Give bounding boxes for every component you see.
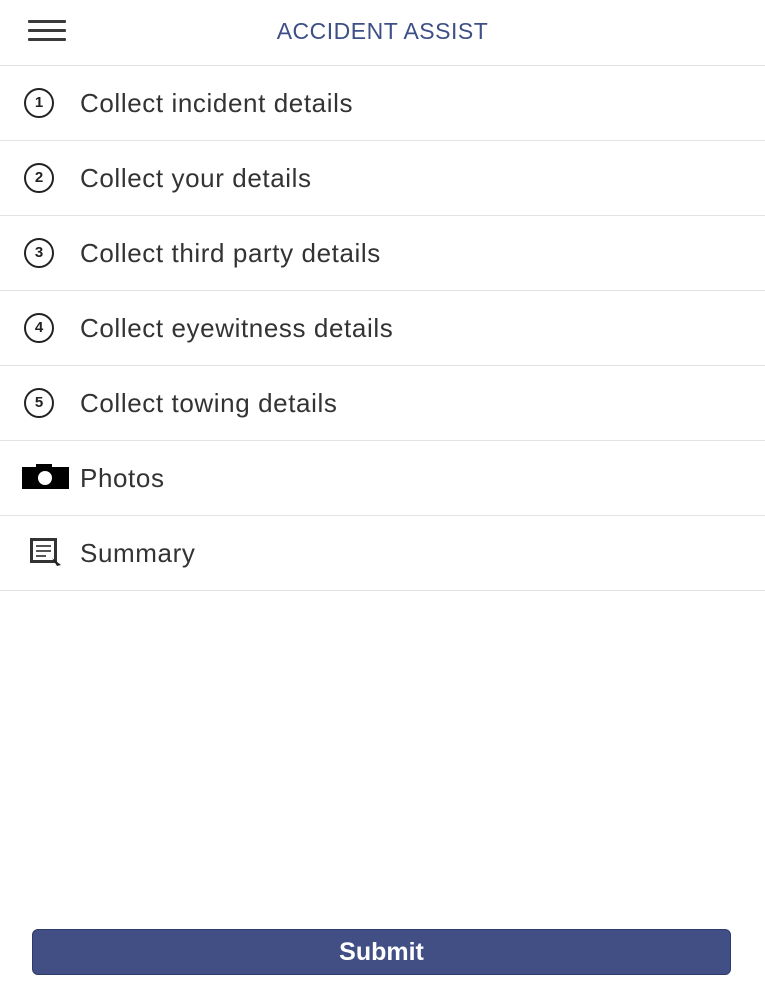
step-5-number-icon: 5	[24, 388, 64, 418]
step-label: Collect towing details	[80, 388, 338, 418]
summary-label: Summary	[80, 538, 196, 568]
step-item-third-party-details[interactable]: 3 Collect third party details	[0, 216, 765, 291]
step-number: 5	[24, 388, 54, 418]
step-item-eyewitness-details[interactable]: 4 Collect eyewitness details	[0, 291, 765, 366]
step-3-number-icon: 3	[24, 238, 64, 268]
step-item-your-details[interactable]: 2 Collect your details	[0, 141, 765, 216]
step-item-incident-details[interactable]: 1 Collect incident details	[0, 66, 765, 141]
step-label: Collect incident details	[80, 88, 354, 118]
camera-icon	[22, 464, 69, 494]
photos-label: Photos	[80, 463, 165, 493]
step-number: 4	[24, 313, 54, 343]
photos-item[interactable]: Photos	[0, 441, 765, 516]
summary-item[interactable]: Summary	[0, 516, 765, 591]
summary-icon	[30, 538, 70, 568]
step-2-number-icon: 2	[24, 163, 64, 193]
step-label: Collect third party details	[80, 238, 381, 268]
step-number: 1	[24, 88, 54, 118]
step-4-number-icon: 4	[24, 313, 64, 343]
step-label: Collect eyewitness details	[80, 313, 394, 343]
submit-button[interactable]: Submit	[32, 929, 731, 975]
app-header: ACCIDENT ASSIST	[0, 0, 765, 66]
step-number: 3	[24, 238, 54, 268]
step-label: Collect your details	[80, 163, 312, 193]
step-1-number-icon: 1	[24, 88, 64, 118]
step-list: 1 Collect incident details 2 Collect you…	[0, 66, 765, 591]
step-item-towing-details[interactable]: 5 Collect towing details	[0, 366, 765, 441]
step-number: 2	[24, 163, 54, 193]
page-title: ACCIDENT ASSIST	[276, 18, 489, 44]
